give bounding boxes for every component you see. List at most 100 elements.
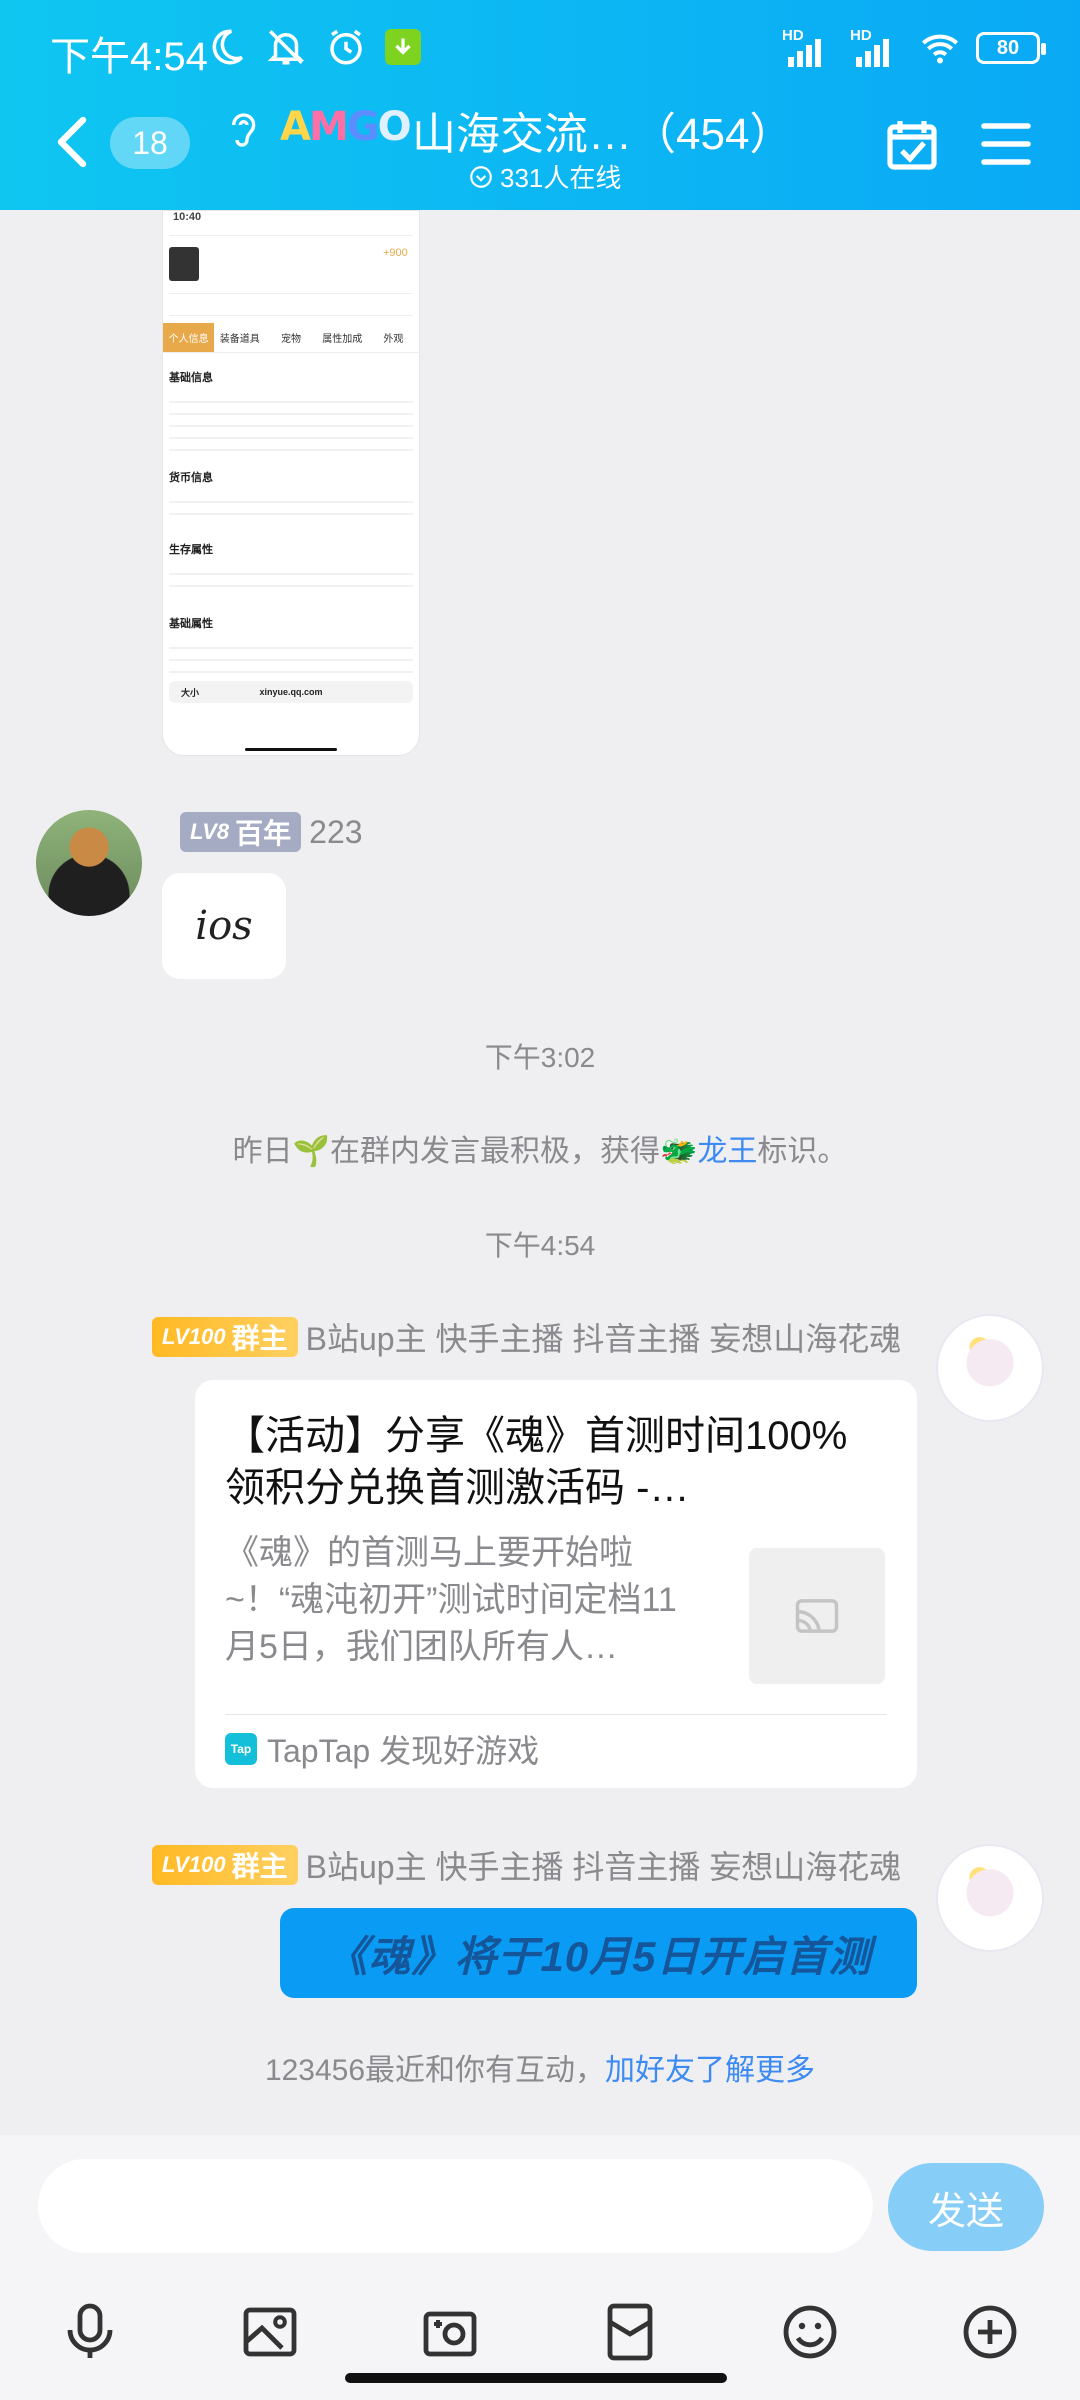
sender-info: LV100 群主 B站up主 快手主播 抖音主播 妄想山海花魂 bbox=[152, 1842, 901, 1888]
signal-icon-2: HD bbox=[850, 27, 904, 67]
logo-letter: G bbox=[346, 104, 380, 150]
timestamp: 下午3:02 bbox=[484, 1042, 596, 1073]
image-icon[interactable] bbox=[238, 2300, 302, 2364]
back-arrow-icon[interactable] bbox=[48, 112, 98, 172]
shot-tab: 装备道具 bbox=[219, 334, 260, 345]
shot-url-prefix: 大小 bbox=[181, 687, 200, 698]
shot-tab: 外观 bbox=[383, 334, 404, 345]
shot-line bbox=[169, 235, 413, 236]
system-notice: 昨日🌱在群内发言最积极，获得🐲龙王标识。 bbox=[0, 1126, 1080, 1170]
divider bbox=[225, 1714, 887, 1715]
bell-muted-icon bbox=[267, 30, 305, 65]
avatar[interactable] bbox=[36, 810, 142, 916]
shot-money: +900 bbox=[383, 247, 408, 259]
wifi-icon bbox=[922, 34, 958, 64]
shot-tabs: 个人信息 装备道具 宠物 属性加成 外观 bbox=[163, 323, 419, 353]
share-card[interactable]: 【活动】分享《魂》首测时间100%领积分兑换首测激活码 -… 《魂》的首测马上要… bbox=[195, 1380, 917, 1788]
image-placeholder-icon bbox=[749, 1548, 885, 1684]
level-title: 群主 bbox=[231, 1323, 288, 1354]
shot-line bbox=[169, 293, 413, 294]
status-icons-right: HD HD 80 bbox=[782, 27, 1046, 68]
shot-section: 基础信息 bbox=[169, 372, 213, 384]
status-bar: 下午4:54 HD HD 80 bbox=[0, 0, 1080, 100]
level-badge: LV8 百年 bbox=[180, 812, 302, 852]
source-label: TapTap 发现好游戏 bbox=[267, 1733, 540, 1769]
shot-tab: 个人信息 bbox=[163, 323, 215, 352]
shot-url: xinyue.qq.com bbox=[259, 687, 323, 697]
shot-rows bbox=[169, 391, 413, 451]
logo-letter: M bbox=[308, 104, 349, 150]
plus-icon[interactable] bbox=[958, 2300, 1022, 2364]
download-icon bbox=[385, 29, 421, 65]
alarm-icon bbox=[330, 29, 362, 65]
message-input[interactable] bbox=[38, 2159, 873, 2253]
moon-icon bbox=[212, 29, 244, 65]
status-icons-left bbox=[205, 26, 421, 68]
message-bubble[interactable]: 《魂》将于10月5日开启首测 bbox=[280, 1908, 917, 1998]
friend-hint: 123456最近和你有互动，加好友了解更多 bbox=[0, 2045, 1080, 2089]
calendar-check-icon[interactable] bbox=[884, 117, 940, 173]
sender-info: LV8 百年 223 bbox=[180, 812, 363, 852]
shot-tab: 宠物 bbox=[281, 334, 301, 345]
shot-rows bbox=[169, 563, 413, 587]
level-badge: LV100 群主 bbox=[152, 1317, 298, 1357]
chat-header: 下午4:54 HD HD 80 18 AMGO 山海交流…（454） 331人在… bbox=[0, 0, 1080, 210]
level-text: LV100 bbox=[162, 1324, 226, 1349]
level-text: LV8 bbox=[190, 819, 230, 844]
notice-text: 标识。 bbox=[757, 1135, 848, 1168]
shot-section: 基础属性 bbox=[169, 618, 213, 630]
input-area: 发送 bbox=[0, 2135, 1080, 2400]
level-badge: LV100 群主 bbox=[152, 1845, 298, 1885]
dragon-king-link[interactable]: 龙王 bbox=[697, 1135, 757, 1168]
mic-icon[interactable] bbox=[58, 2300, 122, 2364]
signal-icon: HD bbox=[782, 27, 836, 67]
sender-name[interactable]: B站up主 快手主播 抖音主播 妄想山海花魂 bbox=[306, 1842, 902, 1888]
taptap-icon: Tap bbox=[225, 1733, 257, 1765]
send-button[interactable]: 发送 bbox=[888, 2163, 1044, 2251]
battery-icon: 80 bbox=[976, 32, 1046, 64]
level-title: 百年 bbox=[235, 818, 292, 849]
sender-name[interactable]: 223 bbox=[309, 814, 362, 851]
online-status[interactable]: 331人在线 bbox=[468, 158, 621, 195]
shot-section: 生存属性 bbox=[169, 544, 213, 556]
avatar[interactable] bbox=[936, 1314, 1044, 1422]
input-toolbar bbox=[0, 2300, 1080, 2380]
camera-icon[interactable] bbox=[418, 2300, 482, 2364]
add-friend-link[interactable]: 加好友了解更多 bbox=[605, 2054, 815, 2087]
group-title[interactable]: 山海交流…（454） bbox=[412, 98, 793, 162]
shot-rows bbox=[169, 491, 413, 515]
online-count: 331人在线 bbox=[500, 163, 622, 193]
shot-tab: 属性加成 bbox=[322, 334, 363, 345]
shot-urlbar: 大小 xinyue.qq.com bbox=[169, 681, 413, 703]
timestamp: 下午4:54 bbox=[484, 1230, 596, 1261]
shot-avatar bbox=[169, 247, 199, 281]
chat-area[interactable]: 10:40 +900 个人信息 装备道具 宠物 属性加成 外观 基础信息 货币信… bbox=[0, 210, 1080, 2135]
unread-count-badge[interactable]: 18 bbox=[110, 117, 190, 169]
menu-icon[interactable] bbox=[980, 120, 1032, 168]
message-bubble[interactable]: ios bbox=[162, 873, 286, 979]
shot-section: 货币信息 bbox=[169, 472, 213, 484]
share-title: 【活动】分享《魂》首测时间100%领积分兑换首测激活码 -… bbox=[225, 1414, 848, 1510]
notice-text: 昨日🌱在群内发言最积极，获得🐲 bbox=[232, 1135, 698, 1168]
emoji-icon[interactable] bbox=[778, 2300, 842, 2364]
group-logo: AMGO bbox=[280, 104, 412, 150]
hint-text: 123456最近和你有互动， bbox=[264, 2054, 606, 2087]
level-text: LV100 bbox=[162, 1852, 226, 1877]
share-description: 《魂》的首测马上要开始啦~！“魂沌初开”测试时间定档11月5日，我们团队所有人… bbox=[225, 1534, 677, 1666]
check-circle-icon bbox=[470, 165, 492, 188]
shot-line bbox=[169, 315, 413, 316]
logo-letter: A bbox=[280, 104, 311, 150]
shot-time: 10:40 bbox=[173, 211, 202, 223]
shot-homebar bbox=[245, 748, 337, 751]
sender-info: LV100 群主 B站up主 快手主播 抖音主播 妄想山海花魂 bbox=[152, 1314, 901, 1360]
home-indicator[interactable] bbox=[345, 2373, 727, 2383]
shot-rows bbox=[169, 637, 413, 673]
share-source: Tap TapTap 发现好游戏 bbox=[225, 1726, 539, 1772]
ear-icon[interactable] bbox=[222, 105, 262, 155]
sender-name[interactable]: B站up主 快手主播 抖音主播 妄想山海花魂 bbox=[306, 1314, 902, 1360]
level-title: 群主 bbox=[231, 1851, 288, 1882]
avatar[interactable] bbox=[936, 1844, 1044, 1952]
red-packet-icon[interactable] bbox=[598, 2300, 662, 2364]
logo-letter: O bbox=[377, 104, 412, 150]
image-message[interactable]: 10:40 +900 个人信息 装备道具 宠物 属性加成 外观 基础信息 货币信… bbox=[162, 210, 420, 756]
